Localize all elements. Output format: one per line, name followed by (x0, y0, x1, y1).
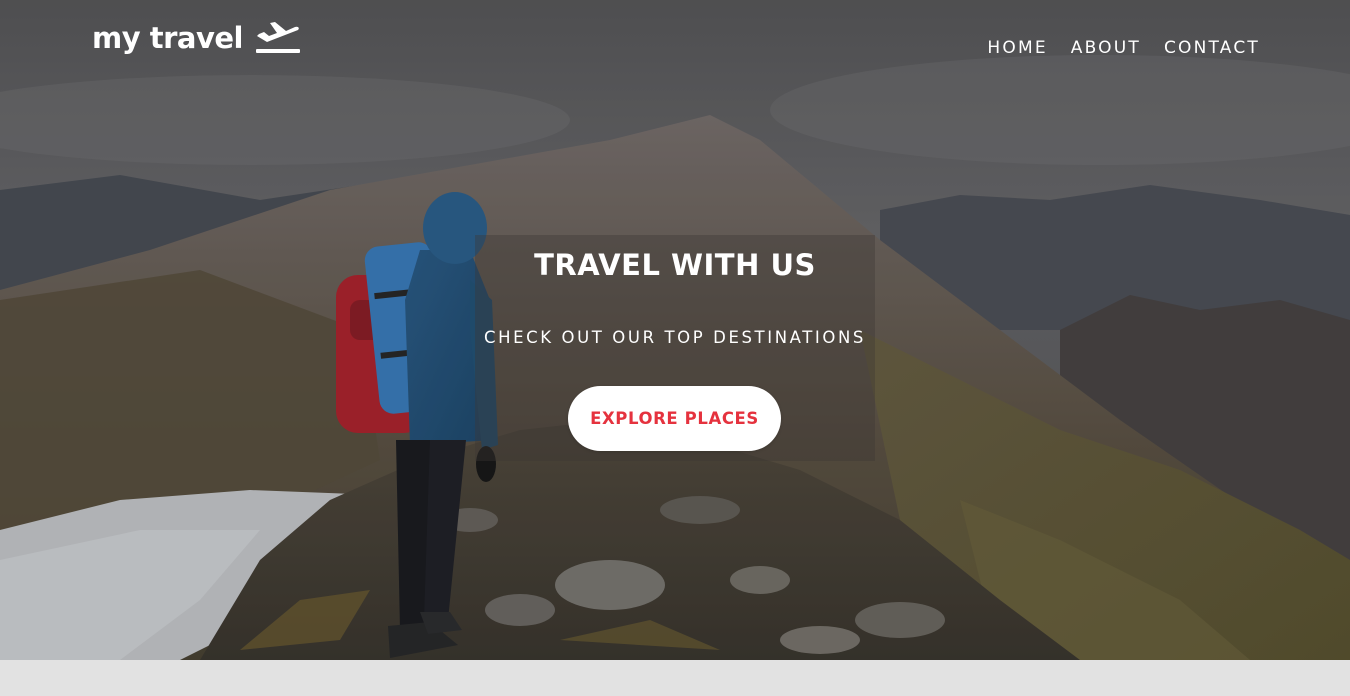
hero-section: my travel HOME ABOUT CONTACT TRAVEL WITH… (0, 0, 1350, 660)
nav-home[interactable]: HOME (987, 36, 1047, 60)
hero-subtitle: CHECK OUT OUR TOP DESTINATIONS (483, 328, 866, 347)
main-nav: HOME ABOUT CONTACT (987, 36, 1260, 60)
explore-places-button[interactable]: EXPLORE PLACES (568, 386, 781, 451)
logo-text: my travel (92, 21, 243, 55)
nav-about[interactable]: ABOUT (1071, 36, 1141, 60)
hero-title: TRAVEL WITH US (534, 248, 816, 282)
airplane-departure-icon (255, 22, 300, 53)
page-bottom-section (0, 660, 1350, 696)
page: my travel HOME ABOUT CONTACT TRAVEL WITH… (0, 0, 1350, 696)
logo[interactable]: my travel (92, 18, 301, 58)
nav-contact[interactable]: CONTACT (1164, 36, 1260, 60)
